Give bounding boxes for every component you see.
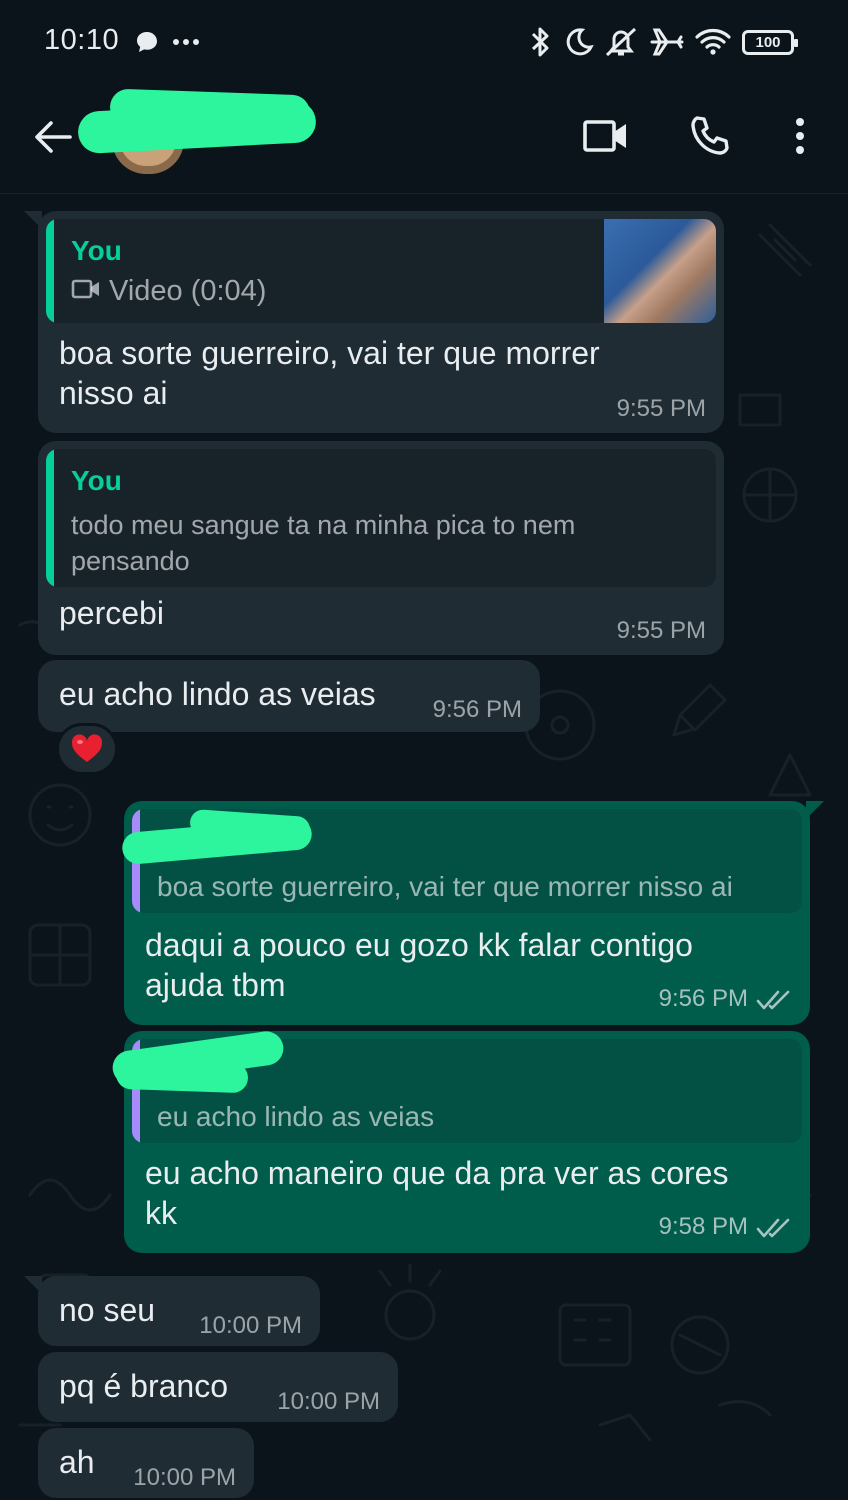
message-incoming[interactable]: no seu 10:00 PM xyxy=(24,1276,320,1346)
quote-accent-bar xyxy=(46,219,54,323)
chat-area[interactable]: You Video (0:04) boa sorte guerreiro, va… xyxy=(0,195,848,1500)
message-time: 9:56 PM xyxy=(432,696,522,723)
arrow-left-icon xyxy=(35,121,72,153)
redacted-contact-name-overlay xyxy=(109,88,311,132)
message-time: 9:55 PM xyxy=(616,395,706,422)
airplane-mode-icon xyxy=(650,22,684,62)
quote-author: You xyxy=(71,465,122,496)
bubble-tail xyxy=(24,1276,42,1294)
phone-icon xyxy=(691,116,729,155)
quoted-message[interactable]: You Video (0:04) xyxy=(46,219,716,323)
bubble-tail xyxy=(806,801,824,819)
message-time: 10:00 PM xyxy=(199,1312,302,1339)
quote-text: todo meu sangue ta na minha pica to nem xyxy=(71,510,576,540)
voice-call-button[interactable] xyxy=(682,110,738,162)
quote-text: eu acho lindo as veias xyxy=(157,1101,435,1132)
do-not-disturb-moon-icon xyxy=(562,22,594,62)
message-text-line2: nisso ai xyxy=(59,375,168,411)
message-text: ah xyxy=(59,1444,95,1480)
quote-accent-bar xyxy=(46,449,54,587)
more-vertical-icon xyxy=(796,118,804,154)
muted-bell-icon xyxy=(603,22,639,62)
wifi-icon xyxy=(695,22,731,62)
message-time: 9:58 PM xyxy=(658,1213,748,1240)
message-time: 10:00 PM xyxy=(133,1464,236,1491)
message-text-line2: ajuda tbm xyxy=(145,967,286,1003)
video-call-icon xyxy=(583,120,626,152)
chat-screen: 10:10 100 You Video (0:04) boa sorte gue… xyxy=(0,0,848,1500)
message-incoming[interactable]: You Video (0:04) boa sorte guerreiro, va… xyxy=(24,211,724,433)
redacted-quote-author-overlay xyxy=(115,1058,249,1094)
battery-level: 100 xyxy=(755,34,781,51)
message-incoming[interactable]: ah 10:00 PM xyxy=(38,1428,254,1498)
message-text: percebi xyxy=(59,595,164,631)
quote-author: You xyxy=(71,235,122,266)
message-time: 10:00 PM xyxy=(277,1388,380,1415)
message-incoming[interactable]: eu acho lindo as veias 9:56 PM xyxy=(38,660,540,732)
read-receipt-icon xyxy=(756,990,790,1010)
reaction-badge[interactable] xyxy=(56,723,118,775)
video-thumbnail[interactable] xyxy=(604,219,716,323)
back-button[interactable] xyxy=(28,112,78,162)
quote-text-line2: pensando xyxy=(71,546,190,576)
message-text: eu acho lindo as veias xyxy=(59,676,376,712)
quoted-message[interactable]: You todo meu sangue ta na minha pica to … xyxy=(46,449,716,587)
message-time: 9:55 PM xyxy=(616,617,706,644)
video-call-button[interactable] xyxy=(578,110,634,162)
quote-text: boa sorte guerreiro, vai ter que morrer … xyxy=(157,871,733,902)
read-receipt-icon xyxy=(756,1218,790,1238)
more-notifications-icon xyxy=(172,22,202,62)
message-incoming[interactable]: pq é branco 10:00 PM xyxy=(38,1352,398,1422)
quote-text: Video (0:04) xyxy=(109,275,267,307)
bubble-tail xyxy=(24,211,42,229)
message-incoming[interactable]: You todo meu sangue ta na minha pica to … xyxy=(38,441,724,655)
message-text: pq é branco xyxy=(59,1368,229,1404)
message-time: 9:56 PM xyxy=(658,985,748,1012)
message-text: eu acho maneiro que da pra ver as cores xyxy=(145,1155,729,1191)
video-icon xyxy=(71,277,101,303)
chat-notification-icon xyxy=(134,22,160,62)
more-options-button[interactable] xyxy=(780,110,820,162)
message-text: no seu xyxy=(59,1292,156,1328)
status-time: 10:10 xyxy=(44,24,120,56)
chat-header xyxy=(0,86,848,194)
bluetooth-icon xyxy=(528,22,552,62)
message-text-line2: kk xyxy=(145,1195,177,1231)
message-text: daqui a pouco eu gozo kk falar contigo xyxy=(145,927,693,963)
heart-icon xyxy=(71,734,103,762)
message-text: boa sorte guerreiro, vai ter que morrer xyxy=(59,335,600,371)
battery-icon: 100 xyxy=(742,30,798,55)
status-bar: 10:10 100 xyxy=(0,0,848,86)
